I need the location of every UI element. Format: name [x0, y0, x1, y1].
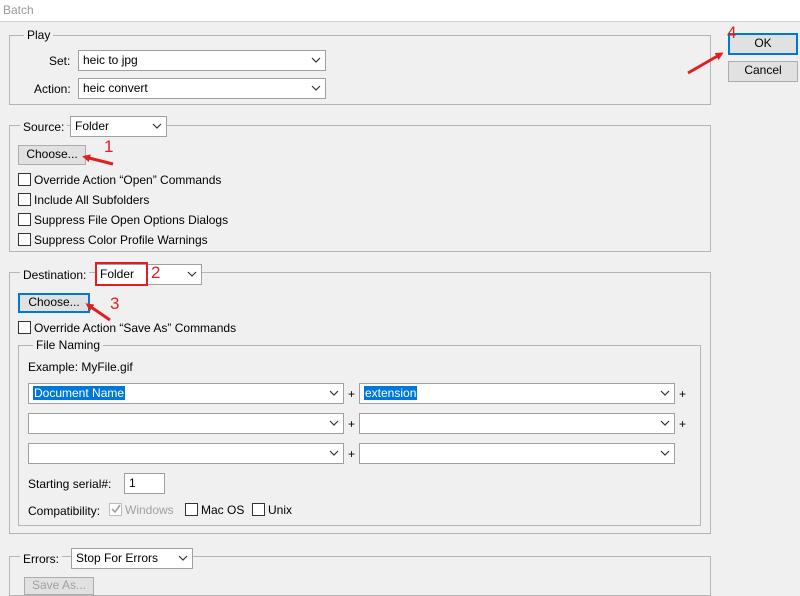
- suppress-open-options-checkbox[interactable]: Suppress File Open Options Dialogs: [18, 213, 228, 229]
- checkbox-box[interactable]: [252, 503, 265, 516]
- chevron-down-icon: [660, 420, 670, 426]
- suppress-color-warnings-checkbox[interactable]: Suppress Color Profile Warnings: [18, 233, 208, 249]
- checkbox-box[interactable]: [18, 213, 31, 226]
- suppress-open-options-label: Suppress File Open Options Dialogs: [34, 213, 229, 227]
- compat-unix-label: Unix: [268, 503, 293, 517]
- source-select[interactable]: Folder: [70, 116, 167, 137]
- window-title: Batch: [3, 3, 34, 17]
- annotation-number-2: 2: [151, 263, 161, 282]
- play-legend: Play: [24, 28, 54, 42]
- naming-select-3b[interactable]: [359, 443, 675, 464]
- ok-button[interactable]: OK: [728, 33, 798, 55]
- chevron-down-icon: [311, 85, 321, 91]
- action-label: Action:: [34, 82, 71, 96]
- compat-mac-label: Mac OS: [201, 503, 245, 517]
- set-select[interactable]: heic to jpg: [78, 50, 326, 71]
- destination-label: Destination:: [20, 268, 90, 282]
- checkbox-box[interactable]: [18, 193, 31, 206]
- file-naming-example: Example: MyFile.gif: [28, 360, 133, 374]
- action-select-value: heic convert: [83, 81, 148, 95]
- source-label: Source:: [20, 120, 68, 134]
- compat-windows-checkbox[interactable]: Windows: [109, 503, 174, 519]
- checkbox-box[interactable]: [18, 321, 31, 334]
- naming-select-1a-value: Document Name: [33, 386, 126, 400]
- chevron-down-icon: [329, 390, 339, 396]
- include-subfolders-checkbox[interactable]: Include All Subfolders: [18, 193, 149, 209]
- compat-mac-checkbox[interactable]: Mac OS: [185, 503, 244, 519]
- plus-sign: +: [348, 447, 356, 461]
- errors-select-value: Stop For Errors: [76, 551, 159, 565]
- plus-sign: +: [348, 417, 356, 431]
- checkbox-box[interactable]: [185, 503, 198, 516]
- annotation-number-1: 1: [104, 137, 114, 156]
- override-save-as-label: Override Action “Save As” Commands: [34, 321, 237, 335]
- checkmark-icon: [111, 504, 121, 514]
- serial-input[interactable]: 1: [124, 473, 165, 494]
- cancel-button[interactable]: Cancel: [728, 61, 798, 82]
- naming-select-1a[interactable]: Document Name: [28, 383, 344, 404]
- checkbox-box[interactable]: [109, 503, 122, 516]
- destination-highlight-box: [95, 262, 148, 286]
- override-open-checkbox[interactable]: Override Action “Open” Commands: [18, 173, 221, 189]
- override-save-as-checkbox[interactable]: Override Action “Save As” Commands: [18, 321, 236, 337]
- errors-save-as-button[interactable]: Save As...: [24, 577, 94, 595]
- chevron-down-icon: [178, 555, 188, 561]
- naming-select-1b[interactable]: extension: [359, 383, 675, 404]
- chevron-down-icon: [329, 450, 339, 456]
- set-select-value: heic to jpg: [83, 53, 138, 67]
- compat-unix-checkbox[interactable]: Unix: [252, 503, 292, 519]
- action-select[interactable]: heic convert: [78, 78, 326, 99]
- destination-choose-button[interactable]: Choose...: [18, 293, 90, 313]
- serial-label: Starting serial#:: [28, 477, 112, 491]
- errors-label: Errors:: [20, 552, 62, 566]
- set-label: Set:: [49, 54, 71, 68]
- suppress-color-warnings-label: Suppress Color Profile Warnings: [34, 233, 208, 247]
- naming-select-3a[interactable]: [28, 443, 344, 464]
- chevron-down-icon: [329, 420, 339, 426]
- title-bar: Batch: [0, 0, 800, 22]
- chevron-down-icon: [152, 123, 162, 129]
- naming-select-1b-value: extension: [364, 386, 418, 400]
- checkbox-box[interactable]: [18, 233, 31, 246]
- compat-windows-label: Windows: [125, 503, 174, 517]
- plus-sign: +: [348, 387, 356, 401]
- override-open-label: Override Action “Open” Commands: [34, 173, 222, 187]
- chevron-down-icon: [311, 57, 321, 63]
- chevron-down-icon: [660, 390, 670, 396]
- plus-sign: +: [679, 387, 687, 401]
- include-subfolders-label: Include All Subfolders: [34, 193, 150, 207]
- annotation-number-3: 3: [110, 294, 120, 313]
- file-naming-legend: File Naming: [33, 338, 104, 352]
- chevron-down-icon: [660, 450, 670, 456]
- naming-select-2b[interactable]: [359, 413, 675, 434]
- serial-input-value: 1: [129, 476, 136, 490]
- chevron-down-icon: [187, 271, 197, 277]
- compatibility-label: Compatibility:: [28, 504, 101, 518]
- naming-select-2a[interactable]: [28, 413, 344, 434]
- source-choose-button[interactable]: Choose...: [18, 145, 86, 165]
- source-select-value: Folder: [75, 119, 110, 133]
- errors-select[interactable]: Stop For Errors: [71, 548, 193, 569]
- plus-sign: +: [679, 417, 687, 431]
- checkbox-box[interactable]: [18, 173, 31, 186]
- annotation-number-4: 4: [727, 23, 737, 42]
